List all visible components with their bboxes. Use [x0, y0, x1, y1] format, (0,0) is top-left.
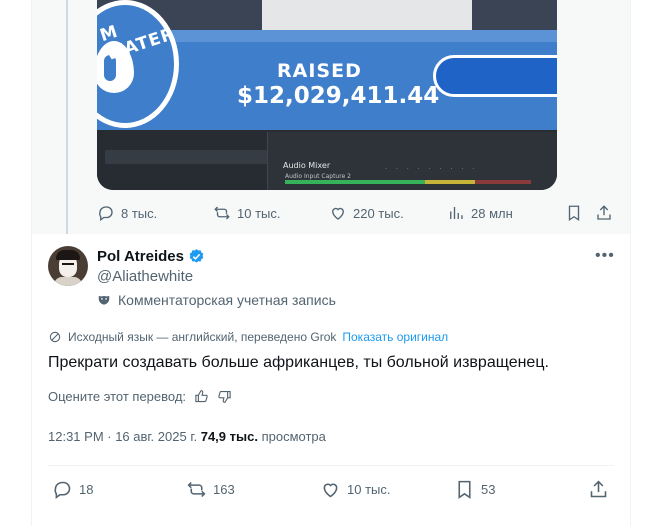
like-count: 10 тыс. — [347, 481, 391, 497]
account-type-text: Комментаторская учетная запись — [118, 292, 336, 308]
media-mixer-source: Audio Input Capture 2 — [285, 173, 351, 180]
tweet-actions: 18 163 10 тыс. 53 — [48, 477, 614, 501]
reply-button[interactable]: 18 — [52, 477, 93, 501]
tweet-meta: 12:31 PM · 16 авг. 2025 г. 74,9 тыс. про… — [48, 429, 326, 444]
share-button[interactable] — [588, 477, 609, 501]
account-type-label: Комментаторская учетная запись — [97, 292, 336, 308]
divider — [48, 465, 614, 466]
views-label: просмотра — [261, 429, 326, 444]
translation-note-text: Исходный язык — английский, переведено G… — [68, 330, 337, 344]
media-meter-green — [285, 180, 425, 184]
media-progress-bar — [433, 55, 557, 97]
share-icon — [590, 480, 607, 497]
like-icon — [332, 207, 344, 220]
thread-line — [66, 0, 68, 234]
reply-icon — [99, 206, 113, 222]
show-original-link[interactable]: Показать оригинал — [342, 330, 448, 344]
parent-like-count: 220 тыс. — [353, 205, 404, 221]
rate-translation: Оцените этот перевод: — [48, 389, 232, 404]
tweet-media-image[interactable]: M WATER RAISED $12,029,411.44 Audio Mixe… — [97, 0, 557, 190]
media-mixer-title: Audio Mixer — [283, 161, 331, 170]
translation-note: Исходный язык — английский, переведено G… — [48, 330, 448, 344]
thumbs-up-icon[interactable] — [194, 389, 209, 404]
avatar-shoulders — [54, 277, 82, 286]
display-name-text: Pol Atreides — [97, 248, 184, 265]
parent-bookmark-button[interactable] — [565, 202, 583, 224]
views-count: 74,9 тыс. — [200, 429, 258, 444]
parent-repost-count: 10 тыс. — [237, 205, 281, 221]
bookmark-icon — [458, 480, 471, 499]
parent-share-button[interactable] — [595, 202, 613, 224]
media-logo-text: M WATER — [97, 21, 178, 66]
avatar-eyes — [62, 263, 74, 266]
mask-icon — [98, 295, 110, 305]
translate-icon — [49, 331, 61, 343]
parent-repost-button[interactable]: 10 тыс. — [213, 202, 280, 224]
share-icon — [597, 205, 611, 220]
tweet-text: Прекрати создавать больше африканцев, ты… — [48, 354, 549, 371]
bookmark-button[interactable]: 53 — [454, 477, 495, 501]
media-meter-red — [475, 180, 531, 184]
parent-reply-count: 8 тыс. — [121, 205, 158, 221]
reply-count: 18 — [79, 481, 94, 497]
repost-count: 163 — [213, 481, 235, 497]
reply-icon — [54, 481, 71, 499]
media-mixer-ticks: ········· — [385, 166, 484, 173]
views-icon — [450, 207, 463, 219]
verified-badge-icon — [189, 249, 204, 263]
avatar[interactable] — [48, 246, 88, 286]
rate-translation-label: Оцените этот перевод: — [48, 389, 187, 404]
parent-tweet-actions: 8 тыс. 10 тыс. 220 тыс. 28 млн — [97, 202, 617, 224]
avatar-hair — [56, 250, 80, 260]
timestamp[interactable]: 12:31 PM · 16 авг. 2025 г. — [48, 429, 197, 444]
like-button[interactable]: 10 тыс. — [320, 477, 390, 501]
media-raised-label: RAISED — [277, 60, 362, 82]
repost-icon — [214, 206, 230, 220]
parent-views-button[interactable]: 28 млн — [447, 202, 513, 224]
parent-like-button[interactable]: 220 тыс. — [329, 202, 404, 224]
user-handle[interactable]: @Aliathewhite — [97, 268, 193, 285]
display-name[interactable]: Pol Atreides — [97, 248, 205, 265]
more-icon[interactable]: ••• — [595, 247, 615, 265]
column-border-right — [630, 0, 631, 526]
bookmark-icon — [568, 205, 580, 222]
media-obs-row — [105, 150, 275, 164]
repost-button[interactable]: 163 — [186, 477, 235, 501]
like-icon — [323, 483, 338, 497]
repost-icon — [187, 481, 206, 497]
media-raised-amount: $12,029,411.44 — [237, 83, 440, 109]
bookmark-count: 53 — [481, 481, 496, 497]
parent-views-count: 28 млн — [471, 205, 513, 221]
parent-reply-button[interactable]: 8 тыс. — [97, 202, 157, 224]
thumbs-down-icon[interactable] — [217, 389, 232, 404]
media-meter-yellow — [425, 180, 475, 184]
page: M WATER RAISED $12,029,411.44 Audio Mixe… — [0, 0, 647, 526]
